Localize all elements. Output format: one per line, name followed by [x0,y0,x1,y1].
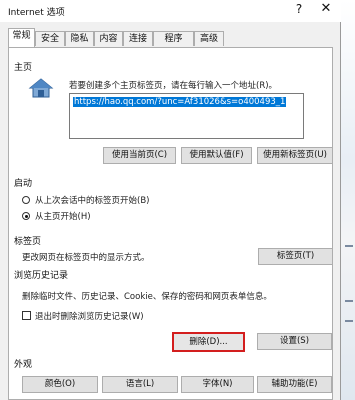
appearance-section-label: 外观 [14,360,33,370]
tab-privacy[interactable]: 隐私 [65,31,94,46]
homepage-url-value: https://hao.qq.com/?unc=Af31026&s=o40049… [73,97,287,107]
use-current-page-button[interactable]: 使用当前页(C) [103,147,176,164]
fonts-button[interactable]: 字体(N) [181,376,254,393]
background-mark [345,245,353,247]
close-button[interactable]: ✕ [318,1,334,16]
delete-on-exit-checkbox[interactable] [22,311,31,320]
home-icon [28,78,54,98]
tab-security[interactable]: 安全 [35,31,65,46]
history-settings-button[interactable]: 设置(S) [257,333,332,350]
accessibility-button[interactable]: 辅助功能(E) [257,376,332,393]
tabs-settings-button[interactable]: 标签页(T) [258,248,333,265]
background-mark [345,320,353,322]
startup-homepage-radio[interactable] [22,212,30,220]
tab-programs[interactable]: 程序 [153,31,194,46]
homepage-section-label: 主页 [14,63,33,73]
colors-button[interactable]: 颜色(O) [22,376,98,393]
window-title: Internet 选项 [8,8,65,18]
use-new-tab-button[interactable]: 使用新标签页(U) [257,147,333,164]
languages-button[interactable]: 语言(L) [102,376,178,393]
background-window-edge [341,0,355,400]
delete-history-button[interactable]: 删除(D)... [172,332,245,352]
tab-content[interactable]: 内容 [94,31,123,46]
tab-advanced[interactable]: 高级 [194,31,224,46]
startup-last-session-radio[interactable] [22,196,30,204]
help-button[interactable]: ? [292,2,306,16]
history-description: 删除临时文件、历史记录、Cookie、保存的密码和网页表单信息。 [22,292,272,302]
tabs-section-description: 更改网页在标签页中的显示方式。 [22,253,150,263]
startup-last-session-label: 从上次会话中的标签页开始(B) [35,196,150,206]
delete-on-exit-label: 退出时删除浏览历史记录(W) [35,312,144,322]
homepage-instruction: 若要创建多个主页标签页，请在每行输入一个地址(R)。 [69,81,278,91]
title-bar: Internet 选项 ? ✕ [0,0,341,22]
startup-homepage-label: 从主页开始(H) [35,212,91,222]
tabs-section-label: 标签页 [14,237,42,247]
use-default-button[interactable]: 使用默认值(F) [181,147,252,164]
history-section-label: 浏览历史记录 [14,271,69,281]
tab-connections[interactable]: 连接 [123,31,153,46]
homepage-url-textarea[interactable]: https://hao.qq.com/?unc=Af31026&s=o40049… [69,93,304,139]
tab-general[interactable]: 常规 [8,28,35,47]
background-mark [345,300,353,302]
startup-section-label: 启动 [14,179,33,189]
internet-options-dialog: Internet 选项 ? ✕ 常规 安全 隐私 内容 连接 程序 高级 主页 … [0,0,341,400]
